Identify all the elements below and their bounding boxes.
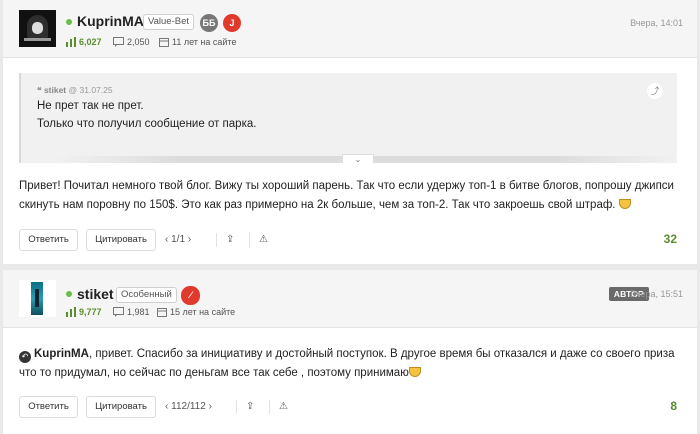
calendar-icon [157,308,167,317]
quote-icon: ❝ [37,85,44,95]
smile-emoji-icon [618,199,631,209]
user-tenure: 15 лет на сайте [157,307,235,317]
mention[interactable]: KuprinMA [34,348,89,360]
next-icon[interactable]: › [188,234,191,245]
online-indicator [66,19,72,25]
post-score: 8 [670,399,677,413]
post-time: Вчера, 15:51 [630,289,683,299]
comment-icon [113,307,124,317]
next-icon[interactable]: › [209,401,212,412]
prev-icon[interactable]: ‹ [165,234,168,245]
prev-icon[interactable]: ‹ [165,401,168,412]
online-indicator [66,291,72,297]
user-status-badge: Value-Bet [143,14,195,30]
avatar[interactable] [19,10,56,47]
report-icon[interactable]: ⚠ [279,401,288,412]
pager: ‹ 1/1 › [165,234,192,245]
calendar-icon [159,38,169,47]
divider [236,400,237,414]
post-card: stiket Особенный ⁄ 9,777 1,981 15 лет на… [3,270,697,434]
reply-button[interactable]: Ответить [19,229,78,251]
bb-badge-icon: ББ [200,14,218,32]
quote-text-line: Только что получил сообщение от парка. [37,118,257,130]
quote-text-line: Не прет так не прет. [37,100,144,112]
post-text-line: Привет! Почитал немного твой блог. Вижу … [19,180,674,192]
j-badge-icon: J [223,14,241,32]
report-icon[interactable]: ⚠ [259,234,268,245]
reply-arrow-icon: ↶ [19,351,31,363]
cite-button[interactable]: Цитировать [86,396,156,418]
jump-to-source-icon[interactable]: ⤴ [647,83,663,99]
post-header: KuprinMA Value-Bet ББ J 6,027 2,050 11 л… [3,0,697,58]
reply-button[interactable]: Ответить [19,396,78,418]
share-icon[interactable]: ⇪ [226,234,234,245]
smile-emoji-icon [408,367,421,377]
chevron-down-icon[interactable]: ⌄ [342,154,374,163]
username[interactable]: KuprinMA [77,13,144,29]
post-score: 32 [663,232,677,246]
rating-icon [66,37,76,47]
cite-button[interactable]: Цитировать [86,229,156,251]
quote-header: ❝ stiket @ 31.07.25 [37,85,113,95]
post-card: KuprinMA Value-Bet ББ J 6,027 2,050 11 л… [3,0,697,264]
post-text-line: что то придумал, но сейчас по деньгам вс… [19,363,421,383]
share-icon[interactable]: ⇪ [246,401,254,412]
rating-icon [66,307,76,317]
post-text-line: ↶ KuprinMA, привет. Спасибо за инициативу… [19,344,675,364]
user-status-badge: Особенный [116,287,177,303]
brand-badge-icon: ⁄ [181,286,200,305]
divider [249,233,250,247]
quote-block: ❝ stiket @ 31.07.25 Не прет так не прет.… [19,73,677,163]
user-post-count: 2,050 [113,37,150,47]
pager: ‹ 112/112 › [165,401,212,412]
avatar[interactable] [19,280,56,317]
post-time: Вчера, 14:01 [630,18,683,28]
user-rating: 6,027 [66,37,102,47]
comment-icon [113,37,124,47]
divider [269,400,270,414]
user-post-count: 1,981 [113,307,150,317]
post-header: stiket Особенный ⁄ 9,777 1,981 15 лет на… [3,270,697,328]
user-rating: 9,777 [66,307,102,317]
user-tenure: 11 лет на сайте [159,37,236,47]
post-text-line: скинуть нам поровну по 150$. Это как раз… [19,195,631,215]
divider [216,233,217,247]
username[interactable]: stiket [77,286,114,302]
